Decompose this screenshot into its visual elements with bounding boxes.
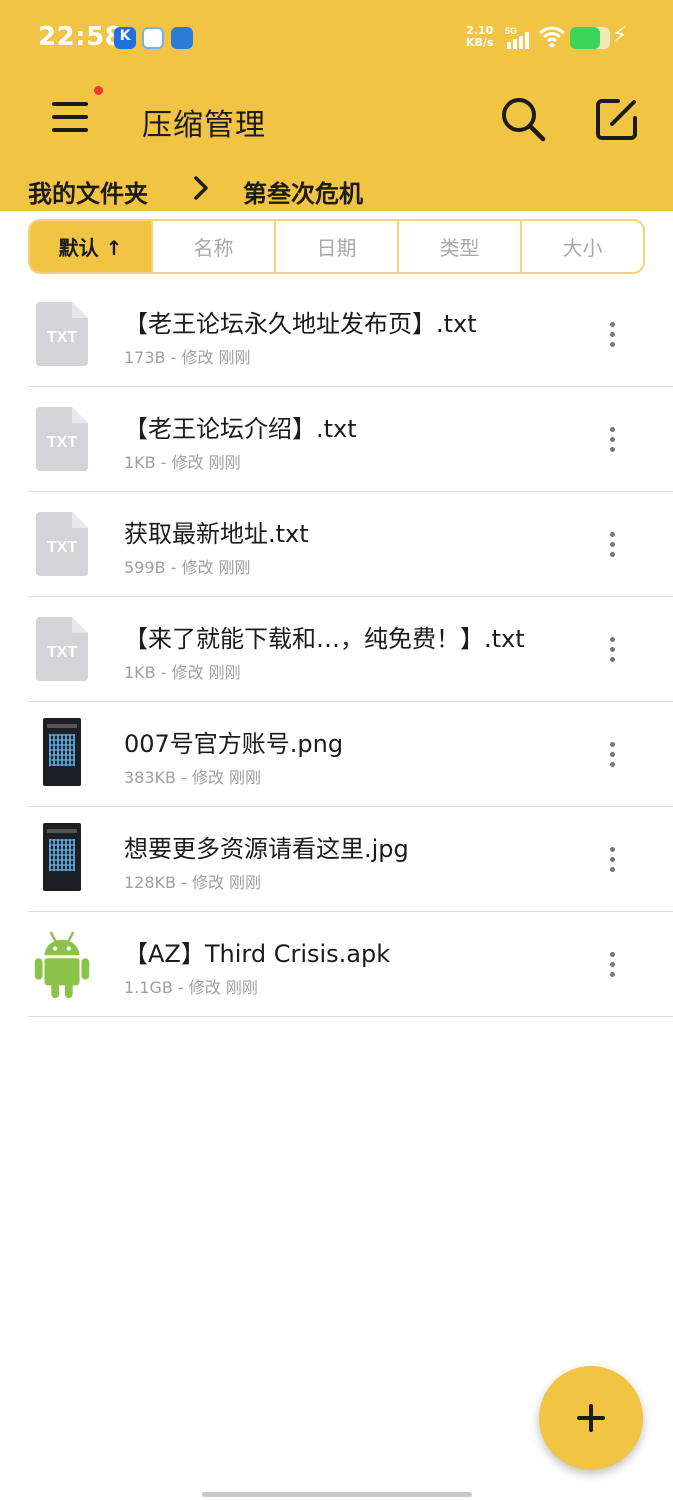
file-name: 007号官方账号.png xyxy=(124,730,344,758)
charging-icon: ⚡ xyxy=(612,23,628,48)
menu-button[interactable] xyxy=(46,94,96,140)
more-options-icon[interactable] xyxy=(601,738,625,772)
file-row[interactable]: TXT 【老王论坛介绍】.txt 1KB - 修改 刚刚 xyxy=(28,387,673,492)
file-row[interactable]: TXT 【老王论坛永久地址发布页】.txt 173B - 修改 刚刚 xyxy=(28,282,673,387)
breadcrumb: 我的文件夹 第叁次危机 xyxy=(0,166,673,210)
edit-icon[interactable] xyxy=(592,94,642,144)
sort-tab-name[interactable]: 名称 xyxy=(151,221,274,272)
svg-text:TXT: TXT xyxy=(47,644,77,661)
txt-file-icon: TXT xyxy=(36,617,88,681)
notification-app-icon xyxy=(142,27,164,49)
file-name: 【AZ】Third Crisis.apk xyxy=(124,940,391,968)
notification-app-icon xyxy=(171,27,193,49)
more-options-icon[interactable] xyxy=(601,423,625,457)
app-header: 22:58 2.10 KB/s 5G ⚡ 压缩管理 xyxy=(0,0,673,211)
chevron-right-icon xyxy=(194,176,208,200)
file-meta: 1.1GB - 修改 刚刚 xyxy=(124,978,258,997)
file-meta: 173B - 修改 刚刚 xyxy=(124,348,251,367)
add-button[interactable] xyxy=(539,1366,643,1470)
txt-file-icon: TXT xyxy=(36,512,88,576)
svg-text:TXT: TXT xyxy=(47,539,77,556)
sort-tab-date[interactable]: 日期 xyxy=(274,221,397,272)
sort-tab-type[interactable]: 类型 xyxy=(397,221,520,272)
android-apk-icon xyxy=(34,931,90,999)
file-list: TXT 【老王论坛永久地址发布页】.txt 173B - 修改 刚刚 TXT 【… xyxy=(28,282,673,1017)
svg-text:TXT: TXT xyxy=(47,434,77,451)
sort-tab-size[interactable]: 大小 xyxy=(520,221,643,272)
file-row[interactable]: 想要更多资源请看这里.jpg 128KB - 修改 刚刚 xyxy=(28,807,673,912)
net-speed: 2.10 KB/s xyxy=(466,25,493,49)
file-row[interactable]: 【AZ】Third Crisis.apk 1.1GB - 修改 刚刚 xyxy=(28,912,673,1017)
network-type: 5G xyxy=(505,26,517,36)
notification-dot xyxy=(94,86,103,95)
file-meta: 128KB - 修改 刚刚 xyxy=(124,873,262,892)
file-row[interactable]: TXT 【来了就能下载和…，纯免费！】.txt 1KB - 修改 刚刚 xyxy=(28,597,673,702)
file-name: 【来了就能下载和…，纯免费！】.txt xyxy=(124,625,525,653)
svg-text:TXT: TXT xyxy=(47,329,77,346)
more-options-icon[interactable] xyxy=(601,633,625,667)
file-name: 获取最新地址.txt xyxy=(124,520,309,548)
wifi-icon xyxy=(539,26,565,48)
file-row[interactable]: TXT 获取最新地址.txt 599B - 修改 刚刚 xyxy=(28,492,673,597)
file-meta: 1KB - 修改 刚刚 xyxy=(124,663,241,682)
sort-tabs: 默认 ↑ 名称 日期 类型 大小 xyxy=(28,219,645,274)
file-meta: 599B - 修改 刚刚 xyxy=(124,558,251,577)
image-thumbnail-icon xyxy=(43,718,81,786)
breadcrumb-current: 第叁次危机 xyxy=(243,180,363,208)
file-meta: 383KB - 修改 刚刚 xyxy=(124,768,262,787)
more-options-icon[interactable] xyxy=(601,843,625,877)
file-name: 【老王论坛永久地址发布页】.txt xyxy=(124,310,477,338)
page-title: 压缩管理 xyxy=(142,108,266,143)
file-meta: 1KB - 修改 刚刚 xyxy=(124,453,241,472)
home-indicator[interactable] xyxy=(202,1492,472,1497)
battery-icon xyxy=(570,27,610,49)
status-time: 22:58 xyxy=(38,22,124,52)
more-options-icon[interactable] xyxy=(601,318,625,352)
image-thumbnail-icon xyxy=(43,823,81,891)
file-name: 【老王论坛介绍】.txt xyxy=(124,415,357,443)
notification-app-icon xyxy=(114,27,136,49)
breadcrumb-parent[interactable]: 我的文件夹 xyxy=(28,174,148,209)
sort-tab-default[interactable]: 默认 ↑ xyxy=(30,221,151,272)
more-options-icon[interactable] xyxy=(601,528,625,562)
file-row[interactable]: 007号官方账号.png 383KB - 修改 刚刚 xyxy=(28,702,673,807)
txt-file-icon: TXT xyxy=(36,302,88,366)
battery-level xyxy=(570,27,600,49)
net-speed-unit: KB/s xyxy=(466,36,494,49)
more-options-icon[interactable] xyxy=(601,948,625,982)
txt-file-icon: TXT xyxy=(36,407,88,471)
search-icon[interactable] xyxy=(498,94,548,144)
cellular-signal-icon: 5G xyxy=(505,26,529,49)
file-name: 想要更多资源请看这里.jpg xyxy=(124,835,409,863)
status-bar: 22:58 2.10 KB/s 5G ⚡ xyxy=(0,0,673,78)
